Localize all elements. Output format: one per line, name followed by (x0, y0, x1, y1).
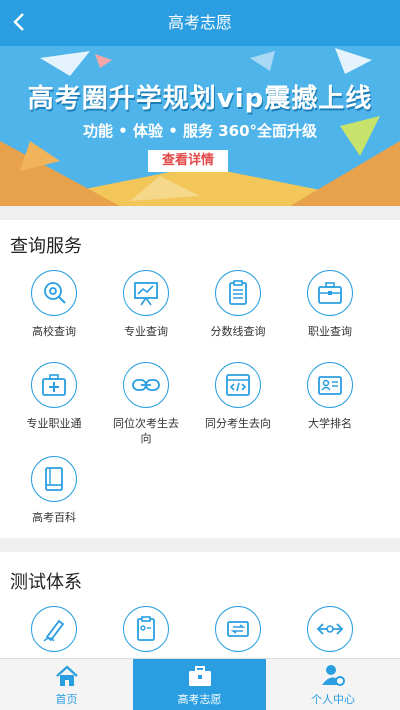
tab-label: 首页 (55, 693, 78, 706)
service-gaokao-wiki[interactable]: 高考百科 (8, 456, 100, 525)
service-label: 同分考生去向 (205, 417, 271, 430)
briefcase-icon (188, 666, 211, 686)
service-label: 专业查询 (124, 325, 168, 338)
promo-banner[interactable]: 高考圈升学规划vip震撼上线 功能 • 体验 • 服务 360°全面升级 查看详… (0, 46, 400, 206)
university-search-icon (44, 282, 66, 304)
id-card-icon (318, 376, 342, 395)
service-label: 分数线查询 (210, 325, 266, 338)
service-university-search[interactable]: 高校查询 (8, 270, 100, 339)
test-item-4[interactable] (284, 606, 376, 652)
test-system-section: 测试体系 (0, 552, 400, 662)
clipboard-icon (229, 280, 247, 305)
report-icon (137, 616, 155, 641)
service-label: 高校查询 (32, 325, 76, 338)
code-window-icon (226, 374, 250, 396)
section-title: 测试体系 (10, 572, 82, 593)
test-item-1[interactable] (8, 606, 100, 652)
bottom-tab-bar: 首页 高考志愿 个人中心 (0, 658, 400, 710)
tab-gaokao-volunteer[interactable]: 高考志愿 (133, 659, 266, 710)
test-item-3[interactable] (192, 606, 284, 652)
service-same-score-destination[interactable]: 同分考生去向 (192, 362, 284, 431)
page-title: 高考志愿 (167, 13, 232, 32)
medical-kit-icon (42, 374, 66, 396)
section-title: 查询服务 (10, 236, 82, 257)
home-icon (55, 665, 78, 686)
service-major-career-link[interactable]: 专业职业通 (8, 362, 100, 431)
service-label: 专业职业通 (26, 417, 82, 430)
tab-personal-center[interactable]: 个人中心 (266, 659, 400, 710)
service-label: 同位次考生去向 (113, 417, 179, 445)
briefcase-icon (318, 282, 342, 304)
view-details-button[interactable]: 查看详情 (148, 150, 228, 172)
book-icon (45, 467, 63, 491)
tab-label: 个人中心 (311, 693, 355, 706)
service-score-line-search[interactable]: 分数线查询 (192, 270, 284, 339)
banner-subline: 功能 • 体验 • 服务 360°全面升级 (82, 122, 318, 140)
compare-arrows-icon (316, 623, 344, 635)
service-label: 职业查询 (308, 325, 352, 338)
tab-label: 高考志愿 (177, 693, 222, 706)
service-university-ranking[interactable]: 大学排名 (284, 362, 376, 431)
banner-headline: 高考圈升学规划vip震撼上线 (27, 84, 373, 114)
service-major-search[interactable]: 专业查询 (100, 270, 192, 339)
swap-icon (227, 621, 249, 637)
chart-board-icon (134, 282, 158, 306)
pen-icon (43, 619, 65, 642)
service-label: 大学排名 (308, 417, 352, 430)
top-bar: 高考志愿 (0, 0, 400, 46)
user-settings-icon (322, 665, 345, 686)
tab-home[interactable]: 首页 (0, 659, 133, 710)
service-career-search[interactable]: 职业查询 (284, 270, 376, 339)
service-same-rank-destination[interactable]: 同位次考生去向 (100, 362, 192, 446)
service-label: 高考百科 (32, 511, 76, 524)
test-item-2[interactable] (100, 606, 192, 652)
query-services-section: 查询服务 高校查询 专业查询 分数线查询 职业查询 专业职业通 同位次考生去向 … (0, 220, 400, 538)
link-icon (132, 379, 160, 391)
